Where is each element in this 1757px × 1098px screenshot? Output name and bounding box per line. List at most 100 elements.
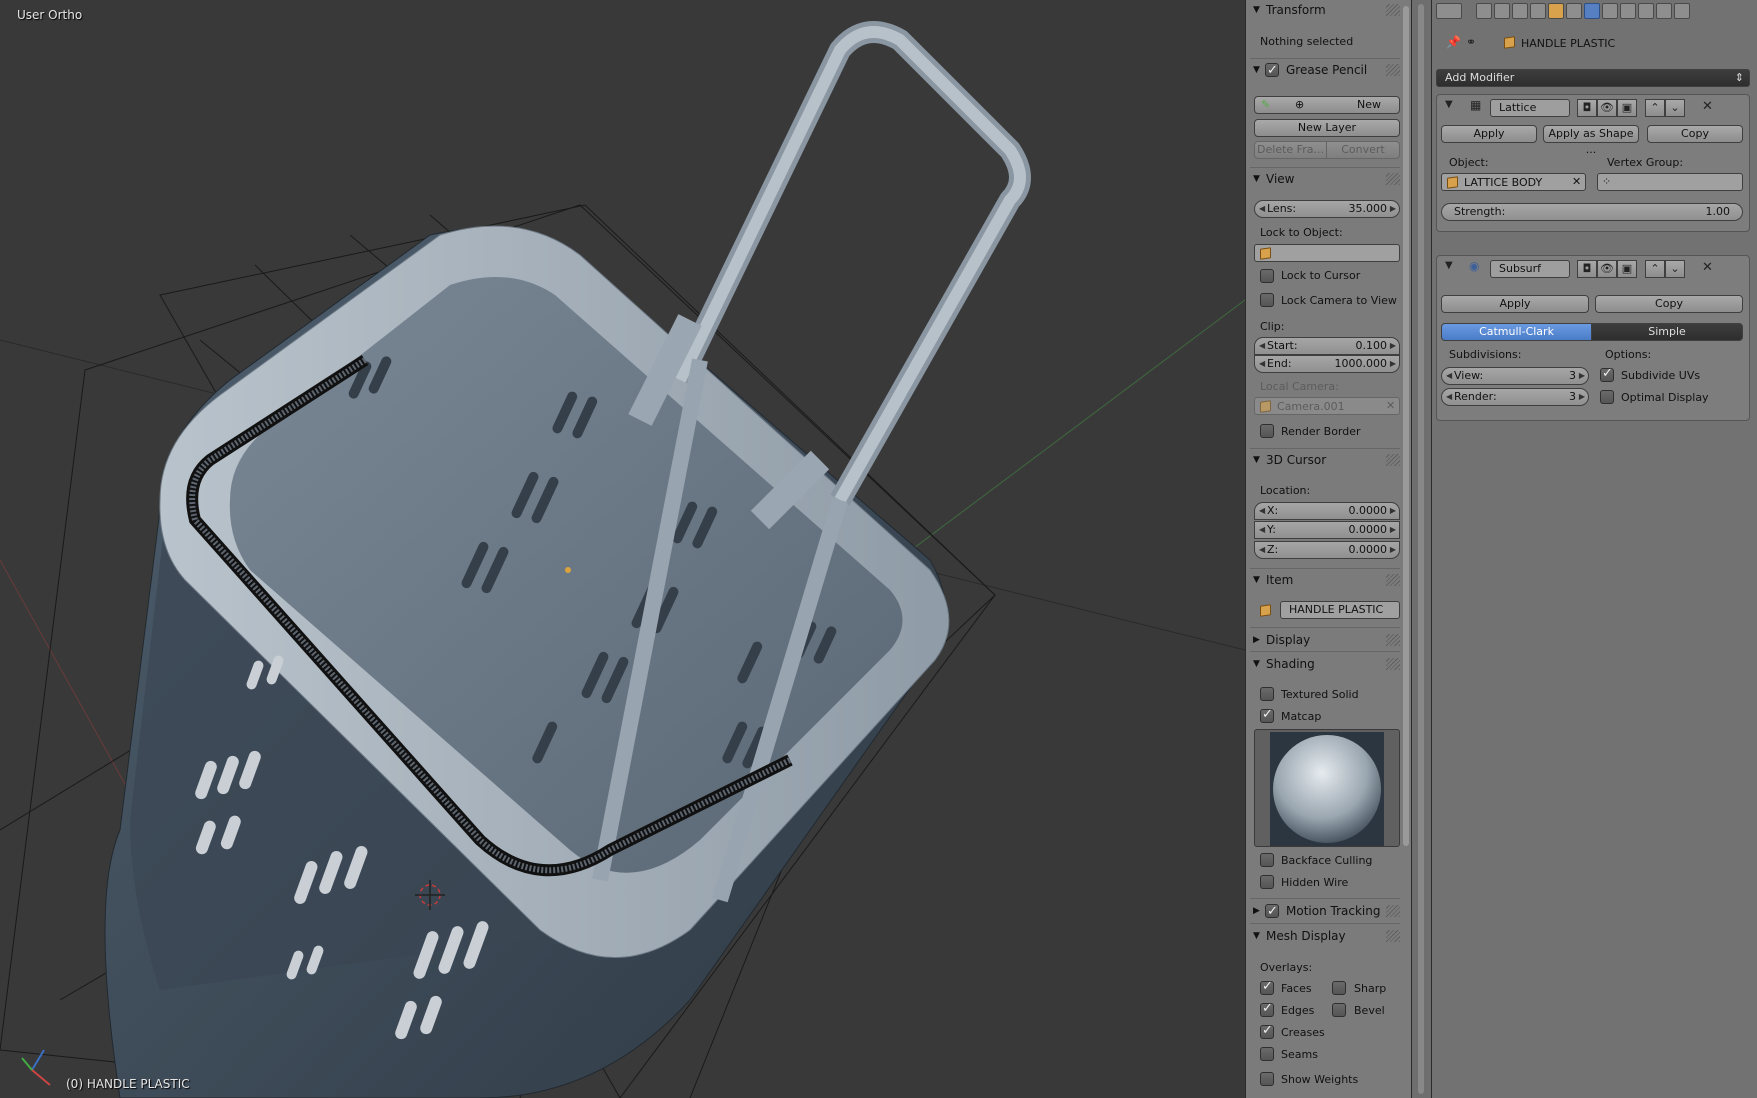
move-down-icon[interactable]: ⌄ bbox=[1665, 260, 1685, 278]
texture-tab-icon[interactable] bbox=[1638, 3, 1654, 19]
render-tab-icon[interactable] bbox=[1476, 3, 1492, 19]
n-panel[interactable]: ▼ Transform Nothing selected ▼ Grease Pe… bbox=[1245, 0, 1411, 1098]
move-up-icon[interactable]: ⌃ bbox=[1645, 260, 1665, 278]
subsurf-apply-button[interactable]: Apply bbox=[1441, 295, 1589, 313]
motion-tracking-checkbox[interactable] bbox=[1265, 902, 1279, 922]
matcap-checkbox[interactable] bbox=[1260, 707, 1274, 723]
eye-icon[interactable]: 👁 bbox=[1597, 260, 1617, 278]
grip-icon[interactable] bbox=[1386, 4, 1400, 16]
close-icon[interactable]: ✕ bbox=[1702, 99, 1713, 114]
subsurf-copy-button[interactable]: Copy bbox=[1595, 295, 1743, 313]
lens-field[interactable]: ◀ Lens: 35.000 ▶ bbox=[1254, 200, 1400, 218]
wrench-icon[interactable] bbox=[1584, 3, 1600, 19]
object-tab-icon[interactable] bbox=[1548, 3, 1564, 19]
eye-icon[interactable]: 👁 bbox=[1597, 99, 1617, 117]
lattice-copy-button[interactable]: Copy bbox=[1647, 125, 1743, 143]
backface-checkbox[interactable] bbox=[1260, 853, 1274, 867]
faces-checkbox[interactable] bbox=[1260, 979, 1274, 995]
lock-cursor-checkbox[interactable] bbox=[1260, 269, 1274, 283]
vertex-group-field[interactable]: ⁘ bbox=[1597, 173, 1743, 191]
physics-tab-icon[interactable] bbox=[1674, 3, 1690, 19]
transform-header[interactable]: ▼ Transform bbox=[1250, 0, 1400, 20]
show-weights-checkbox[interactable] bbox=[1260, 1072, 1274, 1086]
cursor-y-field[interactable]: ◀ Y: 0.0000 ▶ bbox=[1254, 521, 1400, 539]
grip-icon[interactable] bbox=[1386, 930, 1400, 942]
new-layer-button[interactable]: New Layer bbox=[1254, 119, 1400, 137]
particles-tab-icon[interactable] bbox=[1656, 3, 1672, 19]
add-modifier-dropdown[interactable]: Add Modifier ⇕ bbox=[1436, 69, 1750, 87]
data-tab-icon[interactable] bbox=[1602, 3, 1618, 19]
grip-icon[interactable] bbox=[1386, 905, 1400, 917]
camera-icon[interactable]: ◘ bbox=[1577, 260, 1597, 278]
mesh-display-header[interactable]: ▼ Mesh Display bbox=[1250, 926, 1400, 946]
lattice-name-field[interactable]: Lattice bbox=[1490, 99, 1570, 117]
constraints-tab-icon[interactable] bbox=[1566, 3, 1582, 19]
subdivide-uvs-checkbox[interactable] bbox=[1600, 366, 1614, 382]
material-tab-icon[interactable] bbox=[1620, 3, 1636, 19]
grip-icon[interactable] bbox=[1386, 64, 1400, 76]
camera-icon[interactable]: ◘ bbox=[1577, 99, 1597, 117]
properties-scrollbar[interactable] bbox=[1418, 4, 1424, 1094]
matcap-preview[interactable] bbox=[1254, 729, 1400, 847]
close-icon[interactable]: ✕ bbox=[1386, 399, 1395, 412]
scene-tab-icon[interactable] bbox=[1512, 3, 1528, 19]
scene-render[interactable] bbox=[0, 0, 1245, 1098]
cursor-z-field[interactable]: ◀ Z: 0.0000 ▶ bbox=[1254, 541, 1400, 559]
close-icon[interactable]: ✕ bbox=[1572, 175, 1581, 188]
subsurf-name-field[interactable]: Subsurf bbox=[1490, 260, 1570, 278]
view-header[interactable]: ▼ View bbox=[1250, 169, 1400, 189]
lattice-apply-button[interactable]: Apply bbox=[1441, 125, 1537, 143]
strength-field[interactable]: Strength: 1.00 bbox=[1441, 203, 1743, 221]
lattice-object-field[interactable]: LATTICE BODY ✕ bbox=[1441, 173, 1586, 191]
subsurf-view-field[interactable]: ◀ View: 3 ▶ bbox=[1441, 367, 1589, 385]
item-name-field[interactable]: HANDLE PLASTIC bbox=[1280, 601, 1400, 619]
textured-solid-checkbox[interactable] bbox=[1260, 687, 1274, 701]
apply-as-shape-button[interactable]: Apply as Shape ... bbox=[1543, 125, 1639, 156]
layers-tab-icon[interactable] bbox=[1494, 3, 1510, 19]
move-down-icon[interactable]: ⌄ bbox=[1665, 99, 1685, 117]
collapse-triangle-icon[interactable]: ▼ bbox=[1445, 260, 1453, 271]
clip-end-field[interactable]: ◀ End: 1000.000 ▶ bbox=[1254, 355, 1400, 373]
editmode-icon[interactable]: ▣ bbox=[1617, 99, 1637, 117]
bevel-checkbox[interactable] bbox=[1332, 1003, 1346, 1017]
grease-pencil-checkbox[interactable] bbox=[1265, 61, 1279, 81]
clip-start-field[interactable]: ◀ Start: 0.100 ▶ bbox=[1254, 337, 1400, 355]
grip-icon[interactable] bbox=[1386, 574, 1400, 586]
properties-scroll-column[interactable] bbox=[1411, 0, 1431, 1098]
sharp-checkbox[interactable] bbox=[1332, 981, 1346, 995]
editor-type-icon[interactable] bbox=[1436, 3, 1462, 19]
motion-tracking-header[interactable]: ▶ Motion Tracking bbox=[1250, 901, 1400, 922]
catmull-clark-toggle[interactable]: Catmull-Clark bbox=[1441, 323, 1592, 341]
grease-pencil-header[interactable]: ▼ Grease Pencil bbox=[1250, 60, 1400, 81]
render-border-checkbox[interactable] bbox=[1260, 424, 1274, 438]
optimal-display-checkbox[interactable] bbox=[1600, 390, 1614, 404]
world-tab-icon[interactable] bbox=[1530, 3, 1546, 19]
lock-camera-checkbox[interactable] bbox=[1260, 293, 1274, 307]
3d-viewport[interactable]: User Ortho (0) HANDLE PLASTIC bbox=[0, 0, 1245, 1098]
hidden-wire-checkbox[interactable] bbox=[1260, 875, 1274, 889]
seams-checkbox[interactable] bbox=[1260, 1047, 1274, 1061]
pin-icon[interactable]: 📌 bbox=[1446, 35, 1461, 49]
subsurf-render-field[interactable]: ◀ Render: 3 ▶ bbox=[1441, 388, 1589, 406]
grip-icon[interactable] bbox=[1386, 658, 1400, 670]
lock-object-field[interactable] bbox=[1254, 244, 1400, 262]
display-header[interactable]: ▶ Display bbox=[1250, 630, 1400, 650]
modifier-panel[interactable]: 📌 ⚭ HANDLE PLASTIC Add Modifier ⇕ ▼ ▦ La… bbox=[1431, 0, 1757, 1098]
edges-checkbox[interactable] bbox=[1260, 1001, 1274, 1017]
convert-button[interactable]: Convert bbox=[1326, 141, 1400, 159]
local-camera-field[interactable]: Camera.001 ✕ bbox=[1254, 397, 1400, 415]
grip-icon[interactable] bbox=[1386, 634, 1400, 646]
collapse-triangle-icon[interactable]: ▼ bbox=[1445, 99, 1453, 110]
editmode-icon[interactable]: ▣ bbox=[1617, 260, 1637, 278]
close-icon[interactable]: ✕ bbox=[1702, 260, 1713, 275]
grip-icon[interactable] bbox=[1386, 454, 1400, 466]
item-header[interactable]: ▼ Item bbox=[1250, 570, 1400, 590]
delete-frame-button[interactable]: Delete Fra... bbox=[1254, 141, 1327, 159]
grease-new-button[interactable]: ✎ ⊕ New bbox=[1254, 96, 1400, 114]
npanel-scrollbar[interactable] bbox=[1403, 6, 1409, 846]
cursor-x-field[interactable]: ◀ X: 0.0000 ▶ bbox=[1254, 502, 1400, 520]
cursor-header[interactable]: ▼ 3D Cursor bbox=[1250, 450, 1400, 470]
grip-icon[interactable] bbox=[1386, 173, 1400, 185]
creases-checkbox[interactable] bbox=[1260, 1023, 1274, 1039]
move-up-icon[interactable]: ⌃ bbox=[1645, 99, 1665, 117]
